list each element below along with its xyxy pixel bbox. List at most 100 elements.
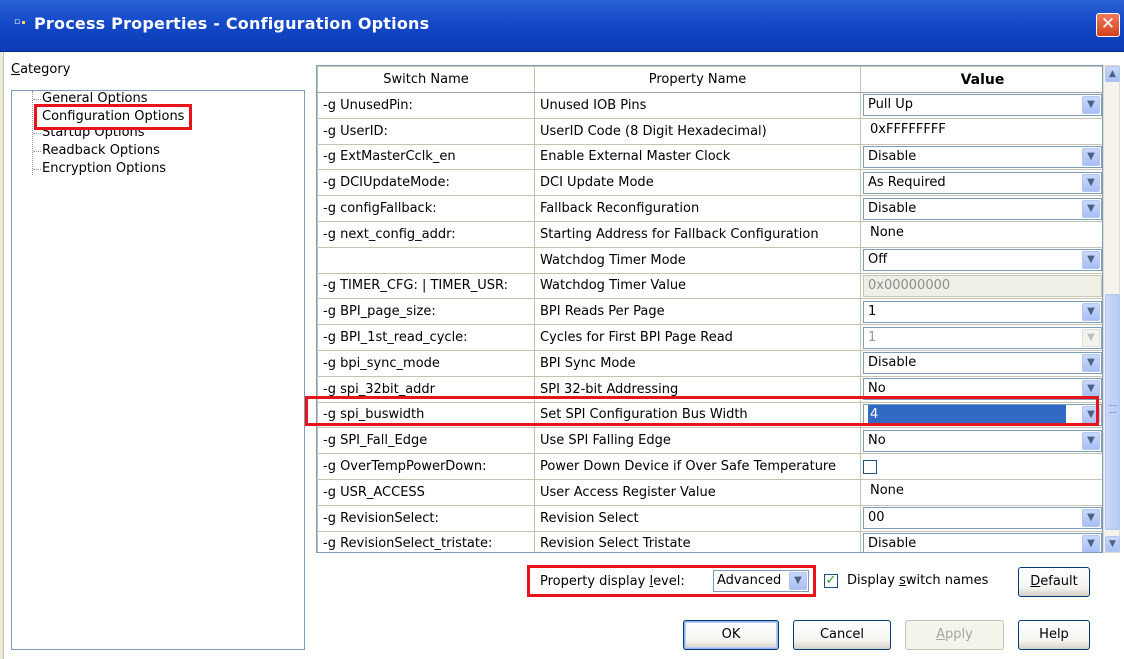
value-dropdown[interactable]: As Required ▼ bbox=[863, 171, 1102, 194]
table-row[interactable]: -g spi_32bit_addr SPI 32-bit Addressing No… bbox=[317, 375, 1102, 403]
scroll-up-button[interactable]: ▲ bbox=[1105, 66, 1120, 82]
column-header-property-name[interactable]: Property Name bbox=[534, 66, 861, 93]
table-row[interactable]: Watchdog Timer Mode Off ▼ bbox=[317, 246, 1102, 274]
ok-button[interactable]: OK bbox=[683, 620, 779, 650]
table-row[interactable]: -g spi_buswidth Set SPI Configuration Bus… bbox=[317, 401, 1102, 429]
property-name-cell: BPI Sync Mode bbox=[534, 349, 861, 377]
value-text: None bbox=[870, 225, 904, 241]
table-row[interactable]: -g configFallback: Fallback Reconfigurati… bbox=[317, 195, 1102, 222]
property-name-cell: BPI Reads Per Page bbox=[534, 298, 861, 326]
cancel-button[interactable]: Cancel bbox=[793, 620, 891, 650]
value-dropdown[interactable]: Disable ▼ bbox=[863, 145, 1102, 168]
chevron-down-icon[interactable]: ▼ bbox=[1082, 147, 1100, 166]
value-dropdown[interactable]: Disable ▼ bbox=[863, 532, 1102, 552]
value-dropdown[interactable]: No ▼ bbox=[863, 378, 1102, 401]
display-switch-names-label[interactable]: Display switch names bbox=[847, 573, 988, 588]
property-table: Switch Name Property Name Value -g Unuse… bbox=[317, 66, 1102, 552]
property-name-cell: Fallback Reconfiguration bbox=[534, 195, 861, 222]
value-cell[interactable] bbox=[860, 453, 1102, 480]
value-field[interactable]: 0xFFFFFFFF bbox=[866, 120, 1099, 142]
category-item-configuration[interactable]: Configuration Options bbox=[34, 104, 193, 130]
value-checkbox[interactable] bbox=[863, 459, 877, 474]
chevron-down-icon[interactable]: ▼ bbox=[1082, 173, 1100, 192]
property-name-cell: Watchdog Timer Mode bbox=[534, 246, 861, 274]
value-cell[interactable]: 1 ▼ bbox=[860, 324, 1102, 351]
value-cell[interactable]: No ▼ bbox=[860, 375, 1102, 403]
help-button[interactable]: Help bbox=[1018, 620, 1090, 650]
display-switch-names-checkbox[interactable]: ✓ bbox=[824, 574, 838, 588]
close-button[interactable]: ✕ bbox=[1096, 13, 1120, 37]
table-row[interactable]: -g ExtMasterCclk_en Enable External Maste… bbox=[317, 143, 1102, 171]
table-row[interactable]: -g BPI_page_size: BPI Reads Per Page 1 ▼ bbox=[317, 298, 1102, 326]
table-row[interactable]: -g DCIUpdateMode: DCI Update Mode As Requi… bbox=[317, 169, 1102, 197]
table-row[interactable]: -g BPI_1st_read_cycle: Cycles for First B… bbox=[317, 324, 1102, 351]
value-dropdown[interactable]: Off ▼ bbox=[863, 249, 1102, 272]
value-dropdown[interactable]: No ▼ bbox=[863, 429, 1102, 452]
table-row[interactable]: -g USR_ACCESS User Access Register Value N… bbox=[317, 478, 1102, 506]
value-cell[interactable]: 4 ▼ bbox=[860, 401, 1102, 429]
chevron-down-icon[interactable]: ▼ bbox=[1082, 199, 1100, 218]
value-cell[interactable]: 1 ▼ bbox=[860, 298, 1102, 326]
chevron-down-icon[interactable]: ▼ bbox=[1082, 405, 1100, 424]
value-dropdown[interactable]: 1 ▼ bbox=[863, 300, 1102, 323]
switch-name-cell: -g UserID: bbox=[317, 117, 535, 145]
switch-name-cell: -g next_config_addr: bbox=[317, 220, 535, 248]
value-field[interactable]: None bbox=[866, 481, 1099, 503]
value-cell[interactable]: 00 ▼ bbox=[860, 504, 1102, 532]
tree-connector bbox=[33, 169, 41, 170]
value-cell[interactable]: None bbox=[860, 478, 1102, 506]
chevron-down-icon[interactable]: ▼ bbox=[1082, 302, 1100, 321]
default-button[interactable]: Default bbox=[1018, 567, 1090, 597]
property-grid[interactable]: Switch Name Property Name Value -g Unuse… bbox=[316, 65, 1103, 553]
column-header-switch-name[interactable]: Switch Name bbox=[317, 66, 535, 93]
value-cell[interactable]: None bbox=[860, 220, 1102, 248]
chevron-down-icon[interactable]: ▼ bbox=[1082, 96, 1100, 115]
switch-name-cell: -g spi_buswidth bbox=[317, 401, 535, 429]
value-cell[interactable]: As Required ▼ bbox=[860, 169, 1102, 197]
value-dropdown[interactable]: Disable ▼ bbox=[863, 352, 1102, 375]
table-row[interactable]: -g UserID: UserID Code (8 Digit Hexadecim… bbox=[317, 117, 1102, 145]
value-cell[interactable]: Disable ▼ bbox=[860, 530, 1102, 552]
apply-button[interactable]: Apply bbox=[905, 620, 1004, 650]
column-header-value[interactable]: Value bbox=[860, 66, 1102, 93]
value-dropdown[interactable]: 4 ▼ bbox=[863, 403, 1102, 426]
table-row[interactable]: -g SPI_Fall_Edge Use SPI Falling Edge No ▼ bbox=[317, 427, 1102, 455]
table-row[interactable]: -g bpi_sync_mode BPI Sync Mode Disable ▼ bbox=[317, 349, 1102, 377]
chevron-down-icon[interactable]: ▼ bbox=[1082, 328, 1100, 347]
chevron-down-icon[interactable]: ▼ bbox=[1082, 380, 1100, 399]
scroll-thumb[interactable] bbox=[1105, 294, 1120, 530]
chevron-down-icon[interactable]: ▼ bbox=[789, 572, 807, 590]
value-cell[interactable]: 0x00000000 bbox=[860, 272, 1102, 300]
value-dropdown[interactable]: 00 ▼ bbox=[863, 507, 1102, 530]
value-cell[interactable]: Off ▼ bbox=[860, 246, 1102, 274]
table-row[interactable]: -g RevisionSelect: Revision Select 00 ▼ bbox=[317, 504, 1102, 532]
grid-scrollbar[interactable]: ▲ ▼ bbox=[1103, 65, 1120, 553]
category-tree[interactable]: General Options Startup Options Readback… bbox=[11, 90, 305, 650]
value-cell[interactable]: Pull Up ▼ bbox=[860, 92, 1102, 119]
display-level-select[interactable]: Advanced ▼ bbox=[713, 570, 809, 592]
chevron-down-icon[interactable]: ▼ bbox=[1082, 251, 1100, 270]
category-item-label: Configuration Options bbox=[42, 109, 185, 124]
value-cell[interactable]: Disable ▼ bbox=[860, 143, 1102, 171]
value-cell[interactable]: 0xFFFFFFFF bbox=[860, 117, 1102, 145]
chevron-down-icon[interactable]: ▼ bbox=[1082, 354, 1100, 373]
table-row[interactable]: -g UnusedPin: Unused IOB Pins Pull Up ▼ bbox=[317, 92, 1102, 119]
value-cell[interactable]: Disable ▼ bbox=[860, 349, 1102, 377]
value-field[interactable]: None bbox=[866, 223, 1099, 245]
table-row[interactable]: -g RevisionSelect_tristate: Revision Sele… bbox=[317, 530, 1102, 552]
category-item-encryption[interactable]: Encryption Options bbox=[42, 161, 166, 177]
table-row[interactable]: -g TIMER_CFG: | TIMER_USR: Watchdog Timer… bbox=[317, 272, 1102, 300]
table-row[interactable]: -g OverTempPowerDown: Power Down Device i… bbox=[317, 453, 1102, 480]
chevron-down-icon[interactable]: ▼ bbox=[1082, 431, 1100, 450]
value-dropdown[interactable]: Disable ▼ bbox=[863, 197, 1102, 220]
value-cell[interactable]: Disable ▼ bbox=[860, 195, 1102, 222]
table-row[interactable]: -g next_config_addr: Starting Address for… bbox=[317, 220, 1102, 248]
scroll-down-button[interactable]: ▼ bbox=[1105, 536, 1120, 552]
value-cell[interactable]: No ▼ bbox=[860, 427, 1102, 455]
chevron-down-icon[interactable]: ▼ bbox=[1082, 534, 1100, 552]
category-item-readback[interactable]: Readback Options bbox=[42, 143, 160, 159]
property-name-cell: SPI 32-bit Addressing bbox=[534, 375, 861, 403]
tree-connector bbox=[33, 133, 41, 134]
chevron-down-icon[interactable]: ▼ bbox=[1082, 509, 1100, 528]
value-dropdown[interactable]: Pull Up ▼ bbox=[863, 94, 1102, 117]
